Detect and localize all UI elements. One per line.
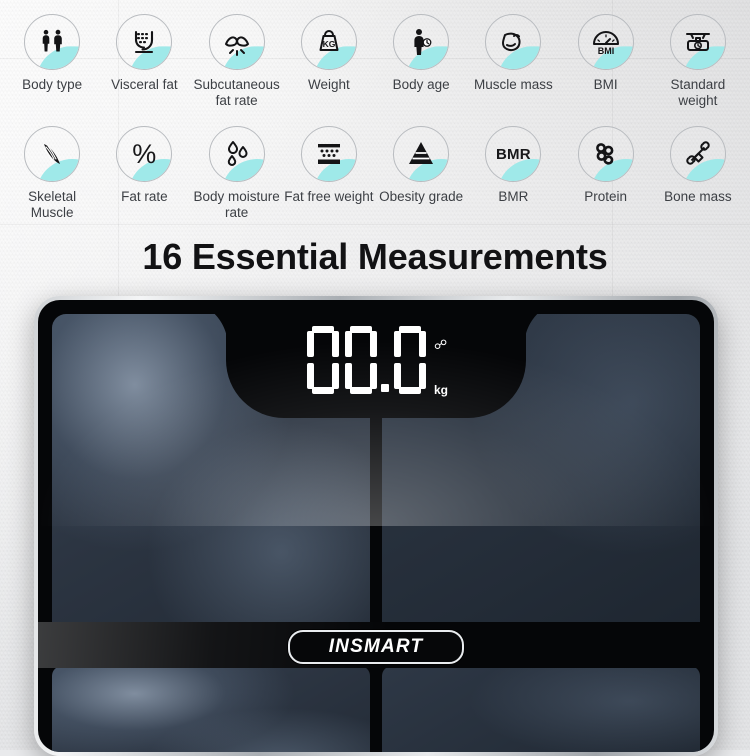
feature-bone-mass: Bone mass: [652, 126, 744, 220]
bmi-gauge-icon: BMI: [577, 14, 634, 70]
feature-fat-rate: % Fat rate: [98, 126, 190, 220]
brand-logo: INSMART: [288, 630, 464, 664]
feature-row-1: Body type Visceral fat Subcutaneous fat …: [0, 0, 750, 108]
striped-pyramid-icon: [393, 126, 450, 183]
feature-muscle-mass: Muscle mass: [467, 14, 559, 108]
bmr-glyph: BMR: [495, 145, 531, 163]
feature-label: Muscle mass: [473, 77, 553, 92]
feature-bmr: BMR BMR: [467, 126, 559, 220]
feature-row-2: Skeletal Muscle % Fat rate Body moisture…: [0, 108, 750, 220]
feature-bmi: BMI BMI: [560, 14, 652, 108]
kitchen-scale-icon: [669, 14, 726, 70]
feature-obesity-grade: Obesity grade: [375, 126, 467, 220]
feature-skeletal-muscle: Skeletal Muscle: [6, 126, 98, 220]
brand-name: INSMART: [328, 636, 424, 657]
percent-sign-icon: %: [116, 126, 173, 183]
feature-weight: KG Weight: [283, 14, 375, 108]
protein-molecule-icon: [577, 126, 634, 183]
feature-protein: Protein: [560, 126, 652, 220]
page-headline: 16 Essential Measurements: [142, 236, 608, 277]
feature-label: BMR: [498, 189, 529, 205]
intestines-icon: [116, 14, 173, 70]
weight-digits: [304, 326, 429, 394]
digit-2: [393, 326, 426, 394]
display-meta: ☍ kg: [434, 326, 448, 396]
feature-label: Standard weight: [670, 77, 726, 108]
feature-label: Fat rate: [121, 189, 168, 205]
feature-label: Weight: [307, 77, 350, 92]
feature-label: BMI: [593, 77, 618, 92]
feature-label: Visceral fat: [111, 77, 178, 92]
bluetooth-icon: ☍: [433, 337, 448, 352]
feature-standard-weight: Standard weight: [652, 14, 744, 108]
decimal-point: [380, 384, 389, 392]
feature-label: Body age: [392, 77, 450, 92]
person-with-clock-icon: [393, 14, 450, 70]
led-display: ☍ kg: [304, 326, 448, 396]
feature-body-age: Body age: [375, 14, 467, 108]
feature-grid: Body type Visceral fat Subcutaneous fat …: [0, 0, 750, 221]
feature-label: Body type: [22, 77, 83, 92]
feature-label: Protein: [584, 189, 628, 205]
feature-body-moisture-rate: Body moisture rate: [191, 126, 283, 220]
svg-text:KG: KG: [323, 39, 336, 49]
flexed-bicep-icon: [485, 14, 542, 70]
background-seam: [0, 224, 750, 225]
pad-seam-lower: [372, 668, 380, 752]
feature-visceral-fat: Visceral fat: [98, 14, 190, 108]
scale-glass-surface: ☍ kg INSMART: [38, 300, 714, 752]
feature-body-type: Body type: [6, 14, 98, 108]
scale-bezel: ☍ kg INSMART: [34, 296, 718, 756]
feature-label: Body moisture rate: [193, 189, 280, 220]
smart-scale: ☍ kg INSMART: [34, 296, 718, 756]
fat-layer-icon: [300, 126, 357, 183]
electrode-pad-bottom-left: [52, 666, 370, 752]
water-droplets-icon: [208, 126, 265, 183]
feature-label: Skeletal Muscle: [28, 189, 77, 220]
percent-glyph: %: [132, 138, 157, 169]
pinched-skin-fold-icon: [208, 14, 265, 70]
kg-weight-block-icon: KG: [300, 14, 357, 70]
feature-subcutaneous-fat-rate: Subcutaneous fat rate: [191, 14, 283, 108]
feature-label: Subcutaneous fat rate: [193, 77, 280, 108]
muscle-fiber-icon: [24, 126, 81, 183]
pad-seam-upper: [372, 418, 380, 638]
electrode-pad-bottom-right: [382, 666, 700, 752]
bmr-text-icon: BMR: [485, 126, 542, 183]
svg-text:BMI: BMI: [597, 46, 614, 56]
digit-0: [306, 326, 339, 394]
feature-label: Fat free weight: [284, 189, 374, 205]
feature-fat-free-weight: Fat free weight: [283, 126, 375, 220]
feature-label: Bone mass: [664, 189, 732, 205]
unit-label: kg: [433, 383, 449, 397]
digit-1: [344, 326, 377, 394]
feature-label: Obesity grade: [379, 189, 464, 205]
bone-icon: [669, 126, 726, 183]
two-body-silhouettes-icon: [24, 14, 81, 70]
